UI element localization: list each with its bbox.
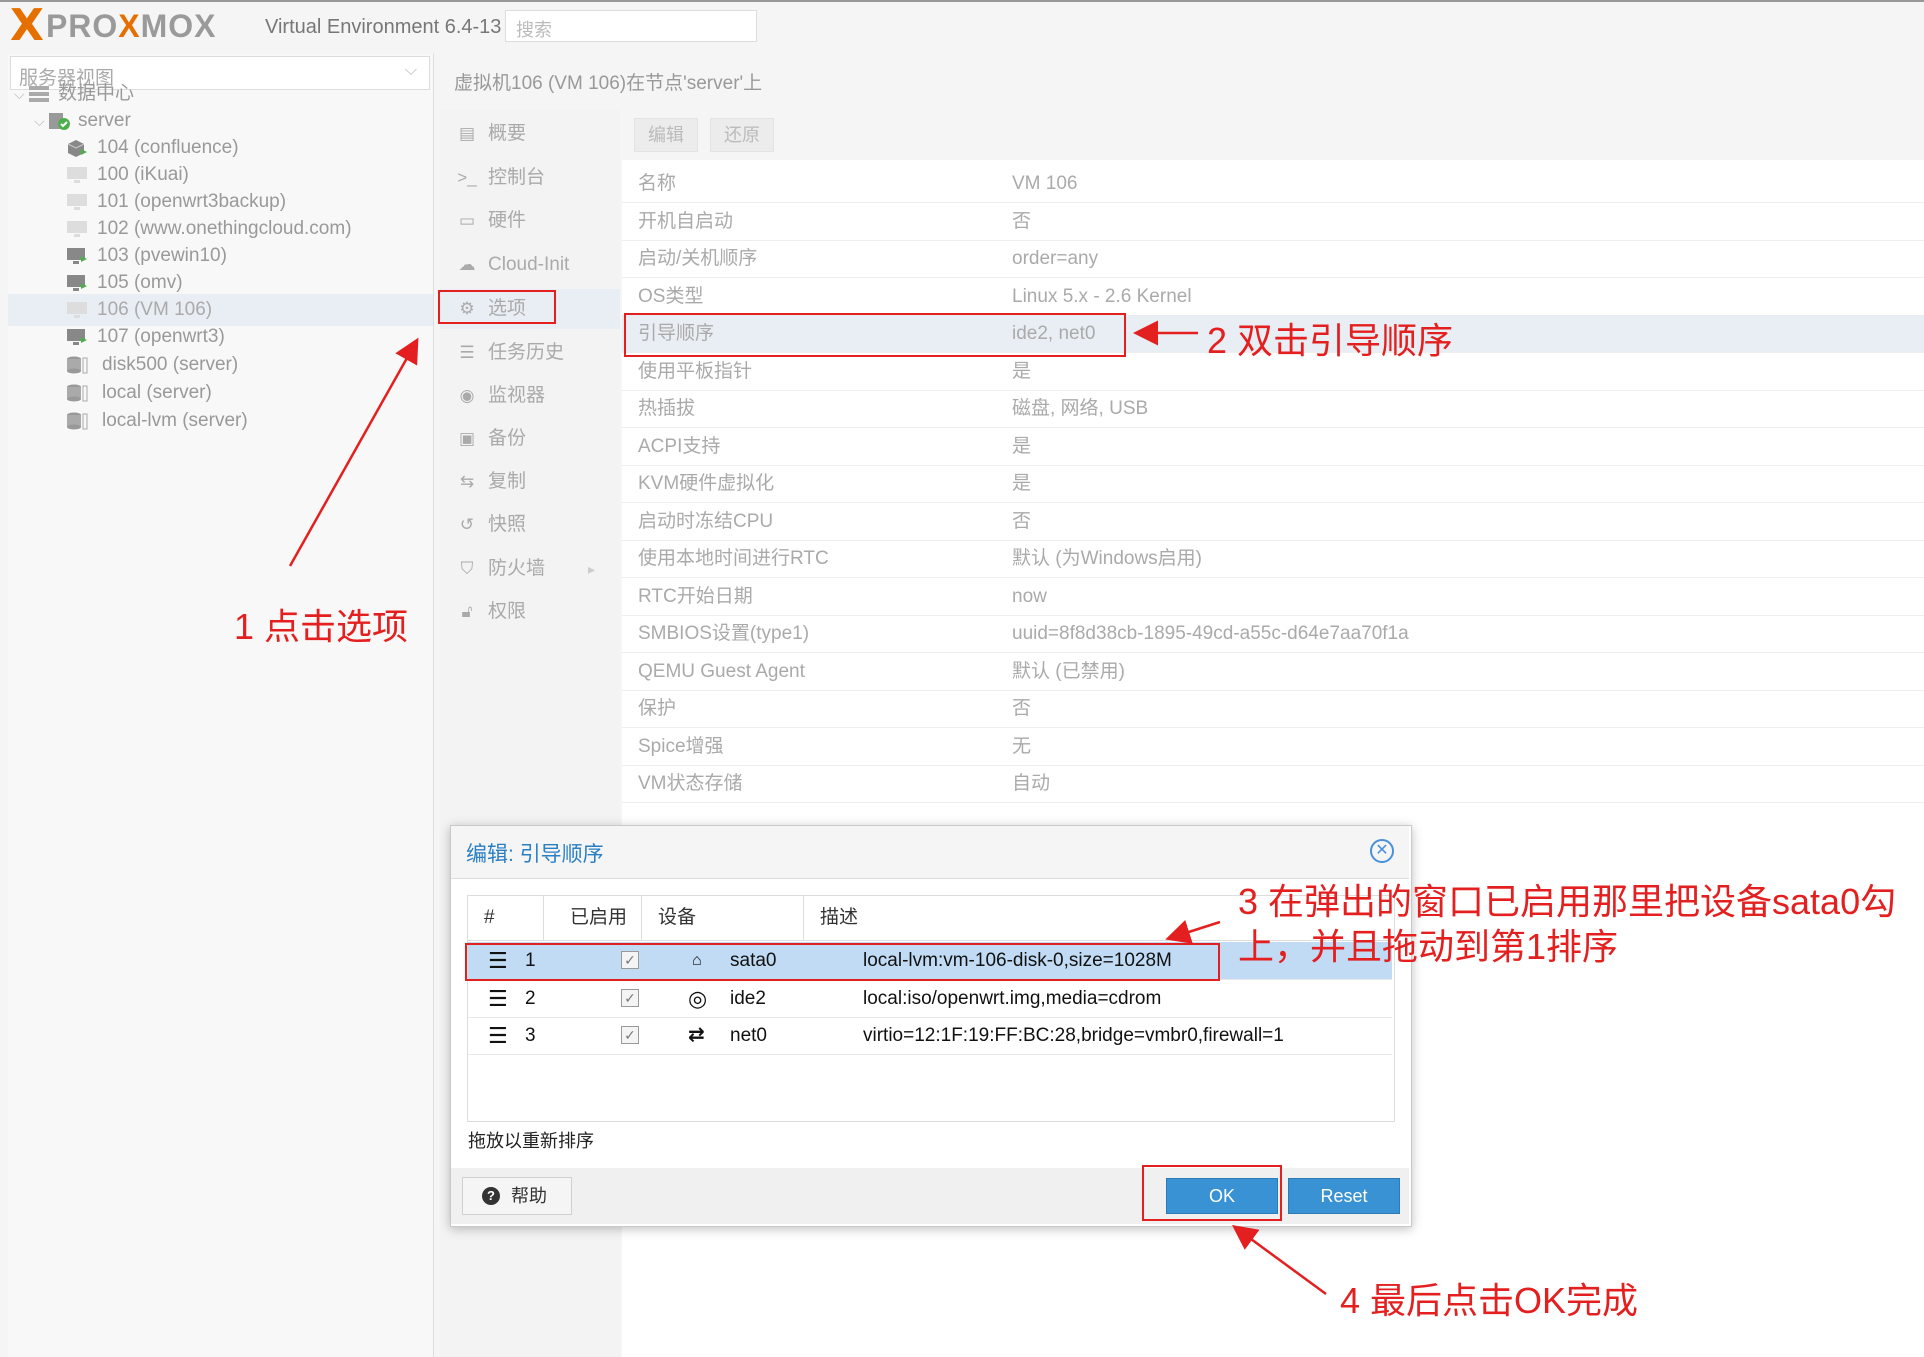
annotation-step1: 1 点击选项	[234, 606, 409, 647]
annotation-step2: 2 双击引导顺序	[1207, 320, 1454, 361]
annotation-arrows	[288, 320, 1327, 1296]
annotation-step4: 4 最后点击OK完成	[1340, 1280, 1639, 1321]
arrow-step3	[1165, 919, 1221, 944]
arrow-step4	[1231, 1225, 1327, 1296]
arrow-step1	[288, 337, 419, 567]
annotation-step3-line2: 上，并且拖动到第1排序	[1238, 926, 1619, 967]
